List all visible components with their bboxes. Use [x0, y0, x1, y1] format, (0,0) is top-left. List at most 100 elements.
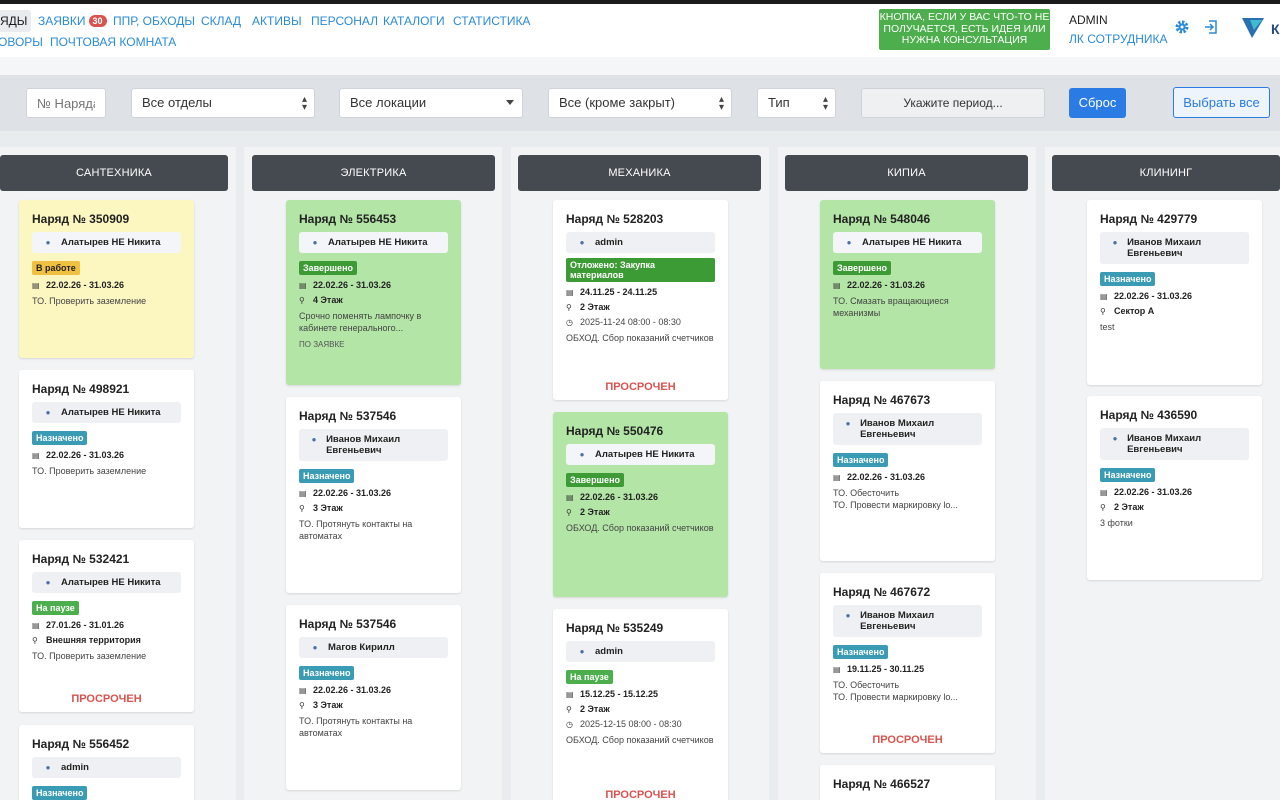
user-name[interactable]: ADMIN: [1069, 13, 1108, 27]
location-value: Внешняя территория: [46, 635, 141, 645]
employee-account-link[interactable]: ЛК СОТРУДНИКА: [1069, 32, 1168, 46]
order-number-input[interactable]: [26, 88, 106, 118]
order-card[interactable]: Наряд № 532421 ● Алатырев НЕ Никита На па…: [19, 540, 194, 712]
date-range: ▤ 22.02.26 - 31.03.26: [1100, 487, 1249, 497]
assignee: ● admin: [32, 757, 181, 778]
reset-button[interactable]: Сброс: [1069, 88, 1126, 118]
date-range: ▤ 15.12.25 - 15.12.25: [566, 689, 715, 699]
date-range-value: 22.02.26 - 31.03.26: [847, 280, 926, 290]
person-icon: ●: [846, 238, 852, 247]
order-card[interactable]: Наряд № 429779 ● Иванов Михаил Евгеньевич…: [1087, 200, 1262, 385]
column-header-instrumentation: КИПИА: [785, 155, 1028, 191]
nav-statistics[interactable]: СТАТИСТИКА: [453, 14, 530, 28]
calendar-icon: ▤: [566, 690, 574, 699]
caret-down-icon: [506, 100, 514, 105]
status-badge: На паузе: [32, 601, 79, 615]
type-select[interactable]: Тип ▴ ▾: [757, 88, 836, 118]
nav-mailroom[interactable]: ПОЧТОВАЯ КОМНАТА: [50, 35, 176, 49]
status-badge: Назначено: [32, 786, 88, 800]
clock-icon: ◷: [566, 318, 573, 327]
order-card[interactable]: Наряд № 537546 ● Магов Кирилл Назначено ▤…: [286, 605, 461, 790]
calendar-icon: ▤: [1100, 292, 1108, 301]
nav-orders[interactable]: ЯДЫ: [0, 10, 32, 32]
order-title: Наряд № 429779: [1100, 212, 1198, 226]
order-card[interactable]: Наряд № 466527: [820, 765, 995, 800]
order-card[interactable]: Наряд № 548046 ● Алатырев НЕ Никита Завер…: [820, 200, 995, 369]
location-value: 2 Этаж: [580, 302, 610, 312]
order-card[interactable]: Наряд № 556453 ● Алатырев НЕ Никита Завер…: [286, 200, 461, 385]
calendar-icon: ▤: [299, 686, 307, 695]
gear-icon[interactable]: [1174, 19, 1190, 35]
date-range: ▤ 27.01.26 - 31.01.26: [32, 620, 181, 630]
order-description: ОБХОД. Сбор показаний счетчиков: [566, 333, 714, 343]
date-range: ▤ 22.02.26 - 31.03.26: [566, 492, 715, 502]
status-badge: Назначено: [1100, 272, 1156, 286]
department-select[interactable]: Все отделы ▴ ▾: [131, 88, 315, 118]
order-card[interactable]: Наряд № 550476 ● Алатырев НЕ Никита Завер…: [553, 412, 728, 597]
nav-personnel[interactable]: ПЕРСОНАЛ: [311, 14, 378, 28]
period-picker[interactable]: Укажите период...: [861, 88, 1045, 118]
location-value: 2 Этаж: [1114, 502, 1144, 512]
assignee: ● Алатырев НЕ Никита: [32, 402, 181, 423]
location: ⚲ 2 Этаж: [566, 704, 715, 714]
assignee-name: Иванов Михаил Евгеньевич: [860, 610, 935, 632]
sort-arrows-icon: ▴ ▾: [301, 94, 307, 113]
location-pin-icon: ⚲: [299, 504, 305, 513]
nav-requests[interactable]: ЗАЯВКИ 30: [38, 14, 107, 28]
location: ⚲ Внешняя территория: [32, 635, 181, 645]
order-title: Наряд № 467673: [833, 393, 931, 407]
order-card[interactable]: Наряд № 436590 ● Иванов Михаил Евгеньевич…: [1087, 396, 1262, 580]
date-range-value: 27.01.26 - 31.01.26: [46, 620, 125, 630]
order-description: ТО. Смазать вращающиеся механизмы: [833, 296, 949, 318]
status-badge: На паузе: [566, 670, 613, 684]
order-description-extra: ТО. Провести маркировку lo...: [833, 692, 958, 702]
date-range-value: 19.11.25 - 30.11.25: [847, 664, 925, 674]
order-card[interactable]: Наряд № 556452 ● admin Назначено: [19, 725, 194, 800]
location-pin-icon: ⚲: [1100, 503, 1106, 512]
order-card[interactable]: Наряд № 467673 ● Иванов Михаил Евгеньевич…: [820, 381, 995, 561]
person-icon: ●: [45, 238, 51, 247]
date-range-value: 22.02.26 - 31.03.26: [313, 280, 392, 290]
location-value: 3 Этаж: [313, 700, 343, 710]
select-all-button[interactable]: Выбрать все: [1173, 87, 1270, 118]
date-range: ▤ 22.02.26 - 31.03.26: [32, 450, 181, 460]
nav-catalogs[interactable]: КАТАЛОГИ: [383, 14, 445, 28]
logout-icon[interactable]: [1203, 19, 1219, 35]
location: ⚲ 3 Этаж: [299, 503, 448, 513]
order-description: ТО. Протянуть контакты на автоматах: [299, 519, 413, 541]
order-description: ТО. Проверить заземление: [32, 651, 147, 661]
type-select-value: Тип: [768, 95, 790, 110]
nav-assets[interactable]: АКТИВЫ: [252, 14, 302, 28]
feedback-button[interactable]: КНОПКА, ЕСЛИ У ВАС ЧТО-ТО НЕ ПОЛУЧАЕТСЯ,…: [879, 9, 1050, 50]
clock-icon: ◷: [566, 720, 573, 729]
date-range: ▤ 19.11.25 - 30.11.25: [833, 664, 982, 674]
order-card[interactable]: Наряд № 467672 ● Иванов Михаил Евгеньевич…: [820, 573, 995, 753]
assignee: ● Алатырев НЕ Никита: [32, 232, 181, 253]
nav-contracts[interactable]: ОВОРЫ: [0, 35, 43, 49]
department-select-value: Все отделы: [142, 95, 212, 110]
order-card[interactable]: Наряд № 350909 ● Алатырев НЕ Никита В раб…: [19, 200, 194, 358]
requests-count-badge: 30: [88, 15, 107, 27]
nav-ppr[interactable]: ППР, ОБХОДЫ: [113, 14, 195, 28]
order-card[interactable]: Наряд № 498921 ● Алатырев НЕ Никита Назна…: [19, 370, 194, 528]
location-value: 2 Этаж: [580, 507, 610, 517]
header-spacer: [0, 57, 1280, 75]
order-title: Наряд № 528203: [566, 212, 664, 226]
location-pin-icon: ⚲: [299, 296, 305, 305]
order-card[interactable]: Наряд № 535249 ● admin На паузе ▤ 15.12.25…: [553, 609, 728, 800]
order-title: Наряд № 466527: [833, 777, 931, 791]
location-pin-icon: ⚲: [299, 701, 305, 710]
date-range: ▤ 22.02.26 - 31.03.26: [1100, 291, 1249, 301]
status-select[interactable]: Все (кроме закрыт) ▴ ▾: [548, 88, 732, 118]
assignee: ● Алатырев НЕ Никита: [566, 444, 715, 465]
order-title: Наряд № 556453: [299, 212, 397, 226]
order-description: ТО. Проверить заземление: [32, 466, 147, 476]
time-slot: ◷ 2025-12-15 08:00 - 08:30: [566, 719, 715, 729]
status-badge: Завершено: [299, 261, 358, 275]
date-range-value: 22.02.26 - 31.03.26: [847, 472, 926, 482]
nav-warehouse[interactable]: СКЛАД: [201, 14, 241, 28]
order-card[interactable]: Наряд № 537546 ● Иванов Михаил Евгеньевич…: [286, 397, 461, 593]
assignee: ● Алатырев НЕ Никита: [32, 572, 181, 593]
order-card[interactable]: Наряд № 528203 ● admin Отложено: Закупка …: [553, 200, 728, 400]
location-select[interactable]: Все локации: [339, 88, 523, 118]
